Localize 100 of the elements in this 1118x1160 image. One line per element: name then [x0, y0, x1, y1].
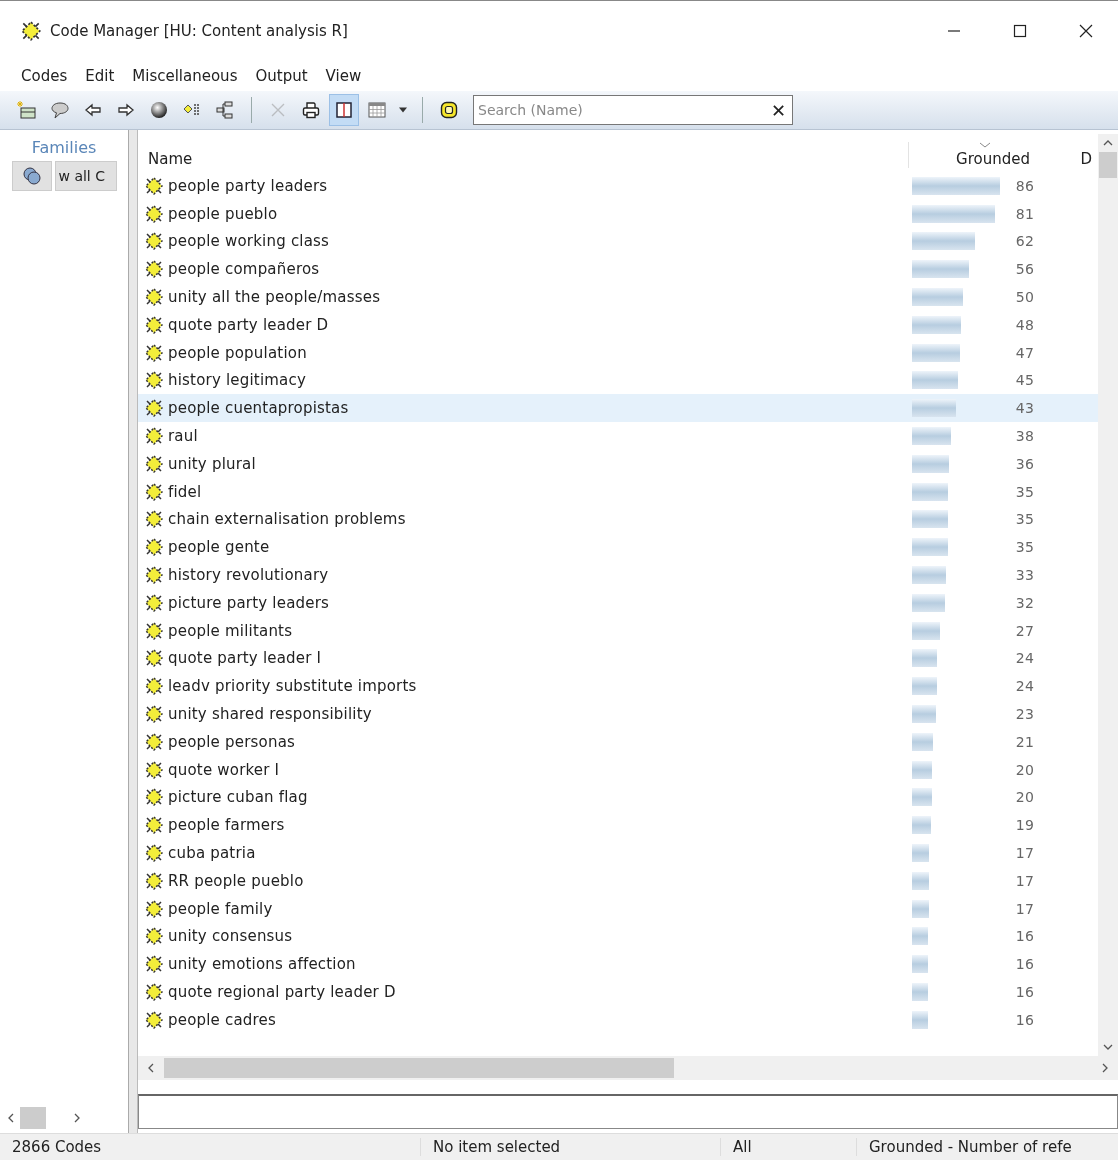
table-cell[interactable]: quote worker I — [138, 759, 908, 780]
code-name: RR people pueblo — [168, 871, 304, 890]
table-cell[interactable]: fidel — [138, 481, 908, 502]
vertical-scrollbar[interactable] — [1098, 134, 1118, 1056]
grounded-bar — [912, 788, 933, 807]
table-cell[interactable]: quote party leader I — [138, 648, 908, 669]
column-header[interactable]: D — [1038, 150, 1098, 168]
grounded-count: 16 — [1014, 956, 1034, 973]
table-cell[interactable]: history revolutionary — [138, 565, 908, 586]
table-cell[interactable]: history legitimacy — [138, 370, 908, 391]
table-cell[interactable]: unity emotions affection — [138, 954, 908, 975]
comment-field[interactable] — [138, 1094, 1118, 1129]
code-icon — [144, 426, 164, 447]
grounded-count: 17 — [1014, 845, 1034, 861]
grounded-count: 20 — [1014, 761, 1034, 778]
scrollbar-thumb[interactable] — [1099, 152, 1117, 178]
families-toggle-button[interactable] — [11, 161, 52, 191]
tree-icon — [215, 100, 235, 120]
code-name: people working class — [168, 232, 330, 251]
grounded-count: 23 — [1014, 706, 1034, 723]
table-cell[interactable]: people working class — [138, 231, 908, 252]
grounded-bar — [912, 315, 962, 334]
grounded-bar — [912, 649, 937, 668]
code-name: picture party leaders — [168, 593, 330, 612]
code-name: people gente — [168, 538, 270, 557]
column-header[interactable]: Name — [138, 150, 908, 168]
scroll-left-icon[interactable] — [8, 1113, 14, 1123]
grounded-count: 16 — [1014, 984, 1034, 1000]
table-cell[interactable]: quote party leader D — [138, 314, 908, 335]
table-cell[interactable]: people family — [138, 898, 908, 919]
scrollbar-thumb[interactable] — [164, 1058, 674, 1078]
code-name: unity consensus — [168, 927, 293, 946]
status-text: All — [720, 1138, 856, 1156]
table-cell[interactable]: unity shared responsibility — [138, 704, 908, 725]
code-name: unity plural — [168, 454, 256, 473]
horizontal-scrollbar[interactable] — [138, 1056, 1118, 1080]
table-cell[interactable]: chain externalisation problems — [138, 509, 908, 530]
grounded-count: 81 — [1014, 205, 1034, 222]
code-name: unity shared responsibility — [168, 705, 372, 724]
code-name: people pueblo — [168, 204, 278, 223]
table-cell[interactable]: people personas — [138, 731, 908, 752]
table-cell[interactable]: people party leaders — [138, 175, 908, 196]
table-cell[interactable]: people farmers — [138, 815, 908, 836]
grounded-count: 43 — [1014, 400, 1034, 417]
speech-bubble-icon — [50, 100, 70, 120]
grounded-bar — [912, 871, 930, 890]
menu-item[interactable]: Miscellaneous — [123, 64, 247, 88]
scroll-down-icon[interactable] — [1103, 1044, 1113, 1050]
table-cell[interactable]: people pueblo — [138, 203, 908, 224]
table-cell[interactable]: people militants — [138, 620, 908, 641]
status-text: No item selected — [420, 1138, 720, 1156]
table-cell[interactable]: people cadres — [138, 1009, 908, 1030]
table-cell[interactable]: leadv priority substitute imports — [138, 676, 908, 697]
grounded-count: 50 — [1014, 289, 1034, 306]
grounded-bar — [912, 593, 945, 612]
table-cell[interactable]: people gente — [138, 537, 908, 558]
scroll-right-icon[interactable] — [1102, 1063, 1108, 1073]
table-cell[interactable]: unity consensus — [138, 926, 908, 947]
scroll-up-icon[interactable] — [1103, 140, 1113, 146]
code-icon — [144, 759, 164, 780]
table-cell[interactable]: raul — [138, 426, 908, 447]
search-field[interactable]: Search (Name) ✕ — [473, 95, 793, 125]
status-text: Grounded - Number of refe — [856, 1138, 1118, 1156]
table-cell[interactable]: picture party leaders — [138, 592, 908, 613]
menu-item[interactable]: Output — [246, 64, 317, 88]
code-name: chain externalisation problems — [168, 510, 406, 529]
grounded-bar — [912, 399, 956, 418]
scroll-right-icon[interactable] — [74, 1113, 80, 1123]
toolbar-button[interactable] — [329, 94, 359, 126]
code-name: cuba patria — [168, 844, 256, 862]
code-filter-icon — [439, 100, 459, 120]
table-cell[interactable]: unity all the people/masses — [138, 287, 908, 308]
clear-search-button[interactable]: ✕ — [764, 99, 792, 121]
table-cell[interactable]: people compañeros — [138, 259, 908, 280]
menu-item[interactable]: Edit — [76, 64, 124, 88]
code-name: history revolutionary — [168, 566, 329, 585]
grounded-count: 56 — [1014, 261, 1034, 278]
code-icon — [144, 314, 164, 335]
code-name: history legitimacy — [168, 371, 307, 390]
scrollbar-thumb[interactable] — [20, 1107, 46, 1129]
code-icon — [144, 453, 164, 474]
table-cell[interactable]: quote regional party leader D — [138, 982, 908, 1002]
table-cell[interactable]: unity plural — [138, 453, 908, 474]
table-cell[interactable]: cuba patria — [138, 843, 908, 863]
code-icon — [144, 565, 164, 586]
new-code-icon — [17, 100, 37, 120]
grounded-count: 16 — [1014, 1011, 1034, 1028]
scroll-left-icon[interactable] — [148, 1063, 154, 1073]
table-cell[interactable]: picture cuban flag — [138, 787, 908, 808]
grounded-count: 38 — [1014, 428, 1034, 445]
show-all-button[interactable]: w all C — [54, 161, 117, 191]
table-cell[interactable]: people cuentapropistas — [138, 398, 908, 419]
table-cell[interactable]: people population — [138, 342, 908, 363]
column-header[interactable]: Grounded — [908, 142, 1038, 168]
table-cell[interactable]: RR people pueblo — [138, 870, 908, 891]
code-icon — [144, 342, 164, 363]
menu-item[interactable]: View — [316, 64, 371, 88]
menu-item[interactable]: Codes — [12, 64, 77, 88]
code-icon — [144, 481, 164, 502]
grounded-bar — [912, 705, 936, 724]
